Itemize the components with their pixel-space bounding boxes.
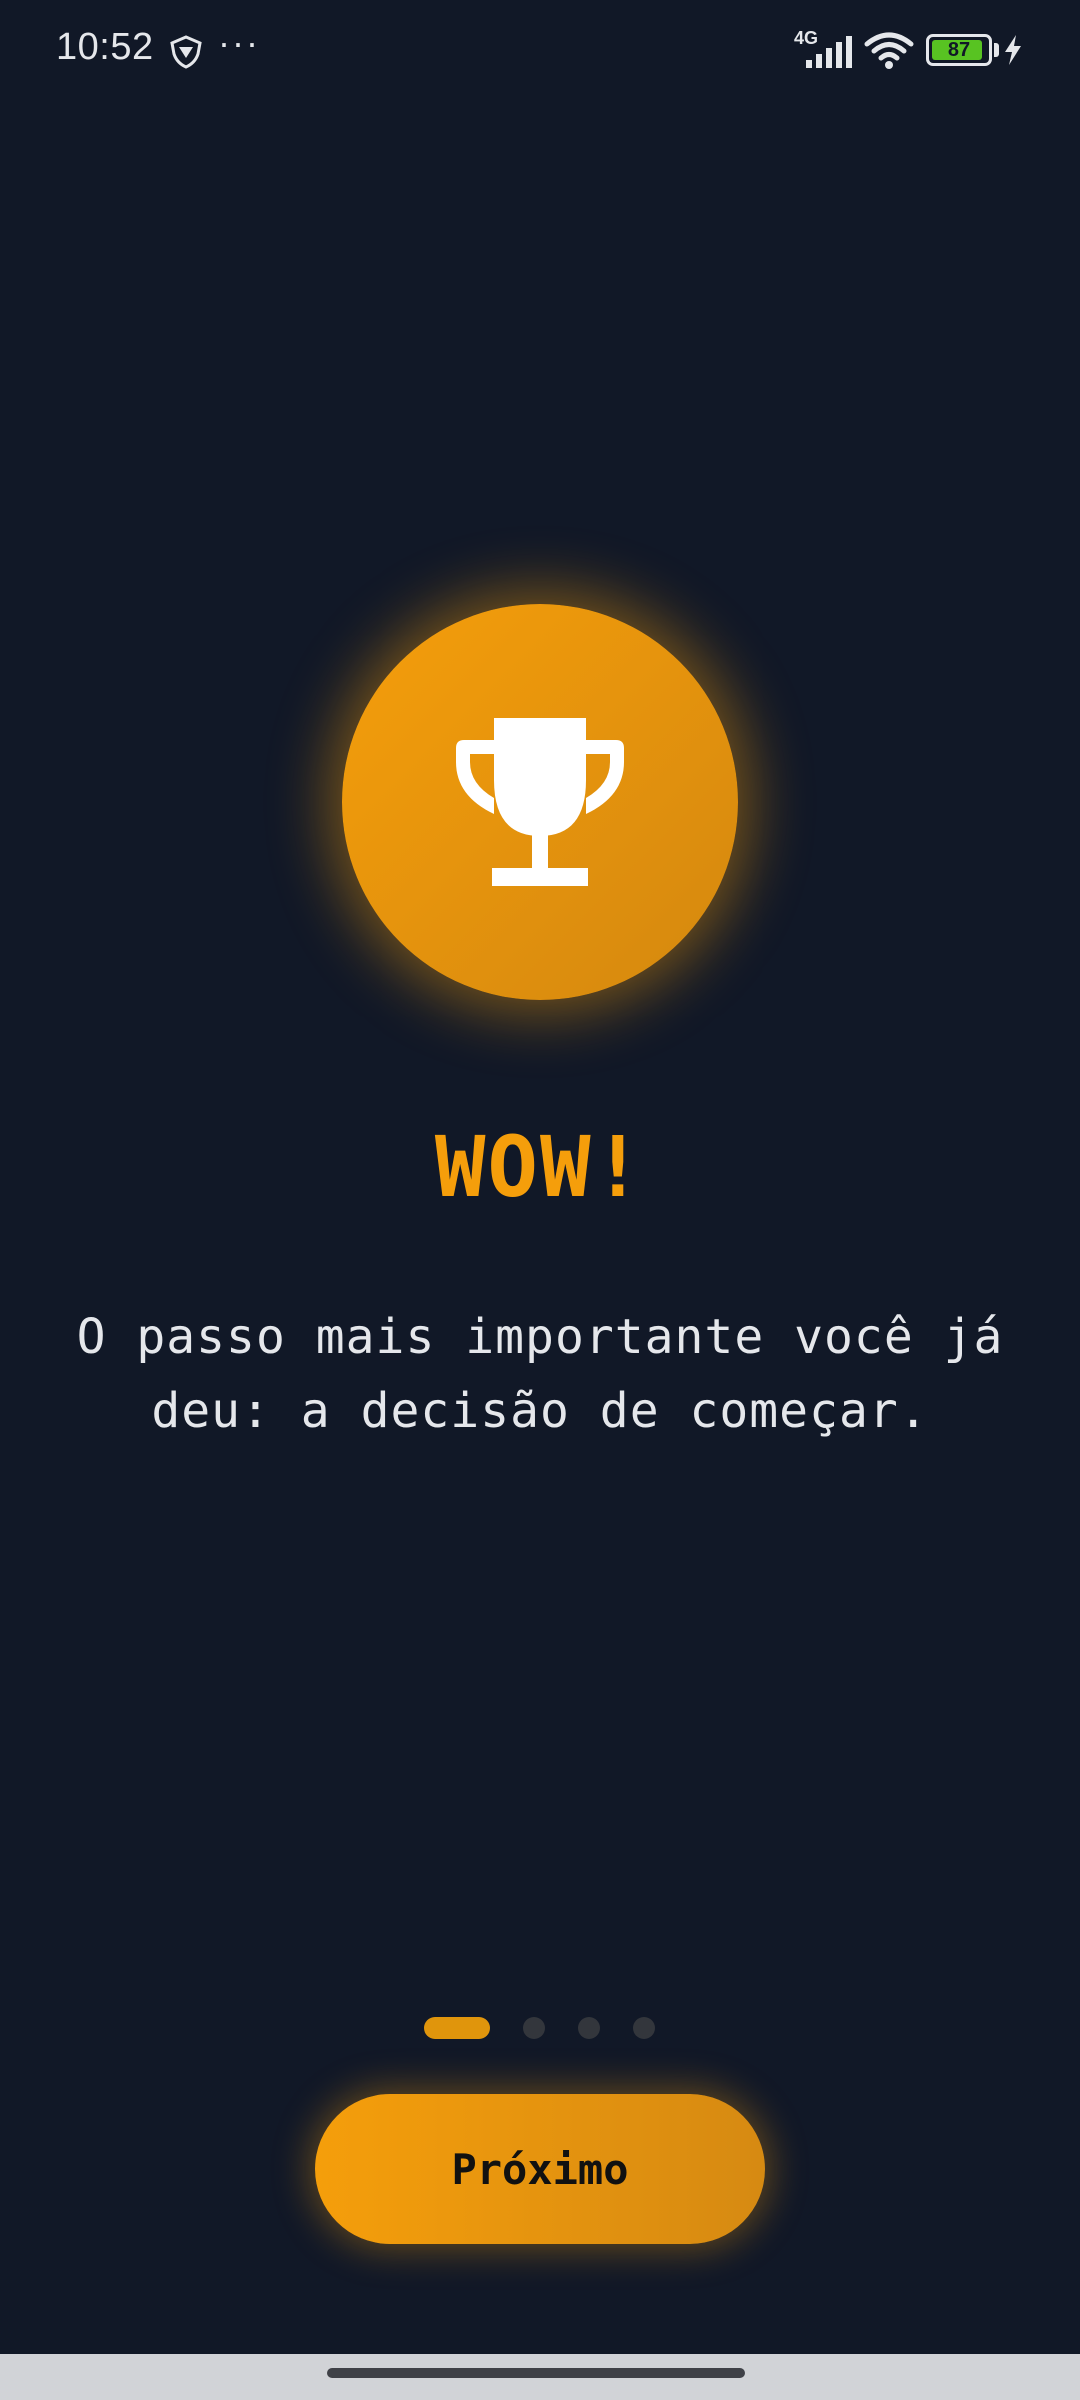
wifi-icon [864, 32, 914, 69]
page-indicator-dot [523, 2017, 545, 2039]
battery-level: 87 [947, 39, 971, 61]
status-time: 10:52 [56, 26, 154, 68]
page-indicator-dot [633, 2017, 655, 2039]
more-notifications-icon: ··· [218, 22, 260, 63]
home-indicator[interactable] [327, 2368, 745, 2378]
next-button[interactable]: Próximo [315, 2094, 765, 2244]
vpn-shield-icon [170, 35, 202, 69]
trophy-icon [456, 718, 624, 886]
charging-bolt-icon [1005, 35, 1021, 65]
next-button-label: Próximo [451, 2144, 629, 2194]
page-indicator-dot [578, 2017, 600, 2039]
battery-cap [994, 43, 999, 57]
status-bar: 10:52 ··· 4G 87 [0, 0, 1080, 100]
page-title: WOW! [434, 1118, 646, 1216]
page-subtitle: O passo mais importante você já deu: a d… [76, 1309, 1004, 1439]
signal-icon [806, 36, 852, 68]
page-indicator-active [424, 2017, 490, 2039]
